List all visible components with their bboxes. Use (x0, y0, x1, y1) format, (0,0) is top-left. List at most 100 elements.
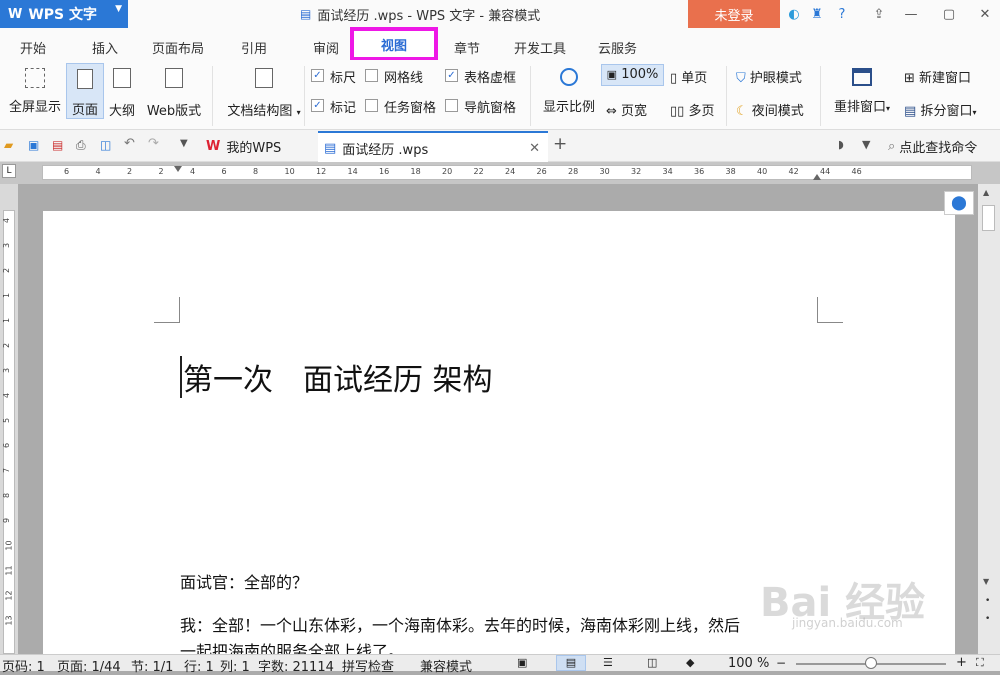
tab-list-icon[interactable]: ◗ (838, 138, 844, 151)
doc-map-button[interactable]: 文档结构图 ▾ (222, 68, 306, 119)
tab-page-layout[interactable]: 页面布局 (152, 38, 204, 57)
scroll-up-icon[interactable]: ▲ (983, 188, 989, 197)
close-icon[interactable]: ✕ (976, 5, 994, 23)
zoom-100-button[interactable]: ▣ 100% (601, 64, 664, 86)
ruler-number: 2 (158, 167, 164, 176)
magnifier-icon (560, 68, 578, 86)
page-width-button[interactable]: ⇔ 页宽 (606, 100, 647, 119)
export-pdf-icon[interactable]: ▤ (52, 138, 63, 152)
ruler-number: 20 (442, 167, 453, 176)
zoom-button[interactable]: 显示比例 (538, 68, 600, 115)
vertical-ruler-number: 2 (2, 267, 12, 274)
page-view-button[interactable]: 页面 (66, 63, 104, 119)
tab-my-wps[interactable]: W 我的WPS (200, 131, 315, 162)
arrange-windows-button[interactable]: 重排窗口▾ (828, 68, 896, 115)
tab-view[interactable]: 视图 (350, 35, 438, 54)
tab-document[interactable]: ▤ 面试经历 .wps ✕ (318, 131, 548, 163)
outline-button[interactable]: 大纲 (106, 68, 138, 119)
status-page-code: 页码: 1 (2, 660, 45, 675)
fit-window-icon[interactable]: ⛶ (976, 656, 984, 670)
open-icon[interactable]: ▰ (4, 138, 13, 152)
pin-icon[interactable]: ▼ (862, 138, 870, 151)
indent-marker[interactable] (174, 166, 182, 180)
tab-chapter[interactable]: 章节 (454, 38, 480, 57)
prev-page-icon[interactable]: • (985, 596, 990, 606)
next-page-icon[interactable]: • (985, 614, 990, 624)
right-indent-marker[interactable] (813, 166, 821, 180)
app-menu-button[interactable]: W WPS 文字 ▼ (0, 0, 128, 28)
ruler-number: 4 (190, 167, 196, 176)
ruler-checkbox[interactable]: ✓ (311, 69, 324, 82)
gridlines-checkbox[interactable] (365, 69, 378, 82)
table-border-checkbox[interactable]: ✓ (445, 69, 458, 82)
zoom-slider-handle[interactable] (865, 657, 877, 669)
doc-paragraph-1[interactable]: 面试官：全部的？ (180, 569, 308, 593)
tab-developer[interactable]: 开发工具 (514, 38, 566, 57)
web-layout-label: Web版式 (146, 104, 202, 119)
close-tab-icon[interactable]: ✕ (529, 141, 540, 156)
vertical-ruler-number: 10 (4, 540, 14, 551)
zoom-100-label: 100% (621, 67, 659, 82)
status-pages[interactable]: 页面: 1/44 (57, 656, 121, 675)
tab-insert[interactable]: 插入 (92, 38, 118, 57)
zoom-in-icon[interactable]: + (956, 655, 967, 670)
command-search[interactable]: ⌕ 点此查找命令 (888, 136, 1000, 156)
print-preview-icon[interactable]: ◫ (100, 138, 111, 152)
nav-pane-checkbox[interactable] (445, 99, 458, 112)
new-window-icon: ⊞ (904, 71, 915, 86)
outline-view-icon[interactable]: ☰ (603, 656, 613, 669)
moon-icon: ☾ (736, 104, 748, 119)
customize-dropdown-icon[interactable]: ▼ (180, 138, 188, 149)
ruler-number: 38 (725, 167, 736, 176)
undo-icon[interactable]: ↶ (124, 136, 135, 151)
new-window-button[interactable]: ⊞ 新建窗口 (904, 67, 971, 86)
tab-review[interactable]: 审阅 (313, 38, 339, 57)
arrange-windows-icon (852, 68, 872, 86)
skin-icon[interactable]: ♜ (808, 5, 826, 23)
ruler-number: 6 (64, 167, 70, 176)
maximize-icon[interactable]: ▢ (940, 5, 958, 23)
web-layout-button[interactable]: Web版式 (143, 68, 205, 119)
ruler-number: 30 (599, 167, 610, 176)
status-word-count[interactable]: 字数: 21114 (258, 656, 334, 675)
zoom-100-icon: ▣ (606, 68, 618, 81)
redo-icon[interactable]: ↷ (148, 136, 159, 151)
single-page-button[interactable]: ▯ 单页 (670, 67, 707, 86)
save-icon[interactable]: ▣ (28, 138, 39, 152)
baidu-cloud-icon[interactable]: ◐ (785, 5, 803, 23)
fullscreen-view-icon[interactable]: ▣ (517, 656, 527, 669)
fullscreen-button[interactable]: 全屏显示 (6, 68, 64, 115)
zoom-out-icon[interactable]: − (776, 656, 786, 670)
status-spell-check[interactable]: 拼写检查 (342, 656, 394, 675)
page-view-status-icon[interactable]: ▤ (556, 655, 586, 671)
task-pane-checkbox[interactable] (365, 99, 378, 112)
login-button[interactable]: 未登录 (688, 0, 780, 28)
status-zoom-value[interactable]: 100 % (728, 656, 769, 671)
help-icon[interactable]: ? (833, 5, 851, 23)
ruler-number: 46 (851, 167, 862, 176)
vertical-ruler-number: 4 (2, 392, 12, 399)
tab-references[interactable]: 引用 (241, 38, 267, 57)
night-mode-button[interactable]: ☾ 夜间模式 (736, 100, 804, 119)
ruler-number: 32 (631, 167, 642, 176)
tab-start[interactable]: 开始 (20, 38, 46, 57)
print-icon[interactable]: ⎙ (76, 138, 86, 153)
tab-cloud[interactable]: 云服务 (598, 38, 637, 57)
location-pin-icon[interactable]: ⬤ (944, 191, 974, 215)
new-tab-icon[interactable]: + (553, 134, 567, 154)
web-view-icon[interactable]: ◫ (647, 656, 657, 669)
minimize-icon[interactable]: — (902, 5, 920, 23)
doc-file-icon: ▤ (324, 140, 337, 156)
eye-mode-button[interactable]: ⛉ 护眼模式 (736, 67, 802, 86)
split-window-button[interactable]: ▤ 拆分窗口▾ (904, 100, 976, 119)
scrollbar-thumb[interactable] (982, 205, 995, 231)
doc-paragraph-2[interactable]: 我：全部！一个山东体彩，一个海南体彩。去年的时候，海南体彩刚上线，然后 (180, 612, 740, 636)
document-heading[interactable]: 第一次 面试经历 架构 (183, 355, 493, 399)
tab-stop-selector[interactable]: L (2, 164, 16, 178)
restore-ribbon-icon[interactable]: ⇪ (870, 5, 888, 23)
eye-mode-status-icon[interactable]: ◆ (686, 656, 694, 669)
marks-checkbox[interactable]: ✓ (311, 99, 324, 112)
multi-page-button[interactable]: ▯▯ 多页 (670, 100, 714, 119)
scroll-down-icon[interactable]: ▼ (983, 577, 989, 586)
ruler-number: 2 (127, 167, 133, 176)
